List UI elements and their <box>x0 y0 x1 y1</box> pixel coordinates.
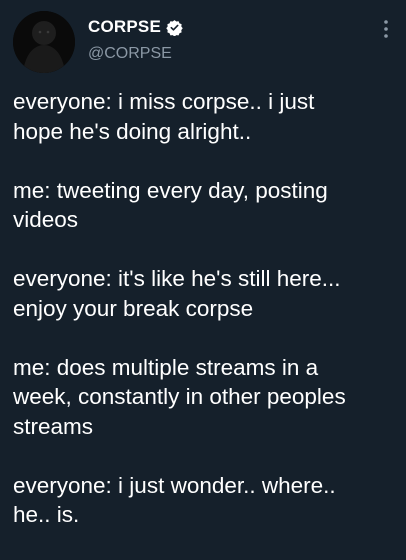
tweet-card: CORPSE @CORPSE everyone: i miss corpse..… <box>0 0 406 560</box>
tweet-text: everyone: i miss corpse.. i just hope he… <box>13 87 398 530</box>
tweet-paragraph: everyone: i miss corpse.. i just hope he… <box>13 89 315 144</box>
avatar[interactable] <box>13 11 75 73</box>
tweet-paragraph: everyone: it's like he's still here... e… <box>13 266 341 321</box>
tweet-paragraph: me: tweeting every day, posting videos <box>13 177 328 233</box>
avatar-image <box>13 11 75 73</box>
tweet-paragraph: me: does multiple streams in a week, con… <box>13 354 346 439</box>
verified-badge-icon <box>166 19 183 36</box>
author-handle[interactable]: @CORPSE <box>88 45 172 63</box>
tweet-paragraph: everyone: i just wonder.. where.. he.. i… <box>13 472 336 528</box>
more-vertical-icon[interactable] <box>382 18 390 40</box>
display-name[interactable]: CORPSE <box>88 17 161 37</box>
author-name-row: CORPSE <box>88 15 183 39</box>
